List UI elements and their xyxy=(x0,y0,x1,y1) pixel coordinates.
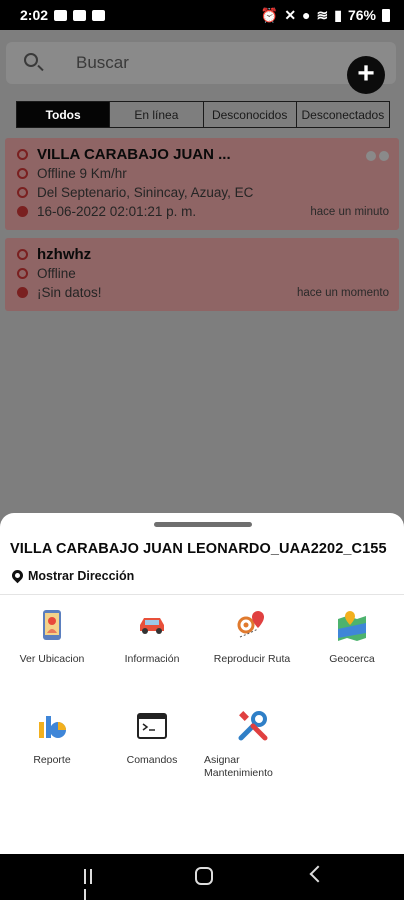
device-status: Offline xyxy=(37,266,76,281)
add-device-button[interactable]: + xyxy=(347,56,385,94)
recent-apps-icon[interactable] xyxy=(84,869,100,900)
location-pin-icon xyxy=(17,187,28,198)
search-bar[interactable]: + xyxy=(6,42,396,94)
mute-icon: ✕ xyxy=(284,6,297,23)
last-update-ago: hace un momento xyxy=(296,286,389,299)
sheet-title: VILLA CARABAJO JUAN LEONARDO_UAA2202_C15… xyxy=(10,541,387,557)
signal-icon: ▮ xyxy=(334,6,342,23)
location-icon: ● xyxy=(302,7,311,23)
action-label: Reporte xyxy=(33,754,71,766)
phone-location-icon xyxy=(36,609,68,641)
gallery-notification-icon xyxy=(54,9,68,21)
device-timestamp: 16-06-2022 02:01:21 p. m. xyxy=(37,204,197,219)
system-nav-bar xyxy=(0,854,404,900)
search-input[interactable] xyxy=(76,53,316,73)
wifi-icon: ≋ xyxy=(316,6,329,23)
key-battery-icon xyxy=(363,148,389,161)
action-geocerca[interactable]: Geocerca xyxy=(302,609,402,666)
divider xyxy=(0,594,404,595)
status-bar: 2:02 ⏰ ✕ ● ≋ ▮ 76% xyxy=(0,0,404,30)
sheet-drag-handle[interactable] xyxy=(154,522,252,527)
home-icon[interactable] xyxy=(195,867,213,885)
status-dot-icon xyxy=(17,248,28,260)
show-address-label: Mostrar Dirección xyxy=(28,569,135,583)
location-pin-icon xyxy=(12,570,23,583)
clock-icon xyxy=(17,206,28,217)
show-address-button[interactable]: Mostrar Dirección xyxy=(12,569,134,583)
device-name: hzhwhz xyxy=(37,245,92,263)
tab-desconocidos[interactable]: Desconocidos xyxy=(204,102,297,127)
action-informacion[interactable]: Información xyxy=(102,609,202,666)
action-label: Reproducir Ruta xyxy=(213,653,291,665)
device-nodata: ¡Sin datos! xyxy=(37,285,102,300)
tools-icon xyxy=(237,710,269,742)
action-reproducir-ruta[interactable]: Reproducir Ruta xyxy=(202,609,302,666)
alarm-icon: ⏰ xyxy=(260,6,279,23)
action-label: Ver Ubicacion xyxy=(19,653,85,665)
tab-todos[interactable]: Todos xyxy=(17,102,111,127)
action-reporte[interactable]: Reporte xyxy=(2,710,102,767)
youtube-notification-icon-2 xyxy=(92,9,106,21)
filter-tabs: Todos En línea Desconocidos Desconectado… xyxy=(16,101,390,128)
device-name: VILLA CARABAJO JUAN ... xyxy=(37,145,231,163)
speed-icon xyxy=(17,268,28,279)
status-time: 2:02 xyxy=(20,7,49,23)
report-chart-icon xyxy=(36,710,68,742)
device-address: Del Septenario, Sinincay, Azuay, EC xyxy=(37,185,254,200)
action-ver-ubicacion[interactable]: Ver Ubicacion xyxy=(2,609,102,666)
device-actions-sheet: VILLA CARABAJO JUAN LEONARDO_UAA2202_C15… xyxy=(0,513,404,854)
youtube-notification-icon xyxy=(73,9,87,21)
status-dot-icon xyxy=(17,148,28,160)
battery-icon xyxy=(382,8,390,22)
action-asignar-mantenimiento[interactable]: Asignar Mantenimiento xyxy=(202,710,302,780)
device-card[interactable]: hzhwhz Offline ¡Sin datos! hace un momen… xyxy=(5,238,399,311)
last-update-ago: hace un minuto xyxy=(310,205,389,218)
back-icon[interactable] xyxy=(309,865,327,883)
search-icon[interactable] xyxy=(24,53,38,67)
device-status: Offline 9 Km/hr xyxy=(37,166,127,181)
tab-desconectados[interactable]: Desconectados xyxy=(297,102,389,127)
map-geofence-icon xyxy=(336,609,368,641)
action-label: Comandos xyxy=(126,754,178,766)
terminal-icon xyxy=(136,710,168,742)
device-list-screen: + Todos En línea Desconocidos Desconecta… xyxy=(0,30,404,520)
device-card[interactable]: VILLA CARABAJO JUAN ... Offline 9 Km/hr … xyxy=(5,138,399,230)
action-comandos[interactable]: Comandos xyxy=(102,710,202,767)
battery-percent: 76% xyxy=(347,7,376,23)
warning-icon xyxy=(17,287,28,298)
route-pins-icon xyxy=(236,609,268,641)
action-label: Asignar Mantenimiento xyxy=(204,754,273,779)
tab-en-linea[interactable]: En línea xyxy=(110,102,204,127)
action-label: Información xyxy=(124,653,180,665)
speed-icon xyxy=(17,168,28,179)
car-icon xyxy=(136,609,168,641)
action-label: Geocerca xyxy=(329,653,375,665)
